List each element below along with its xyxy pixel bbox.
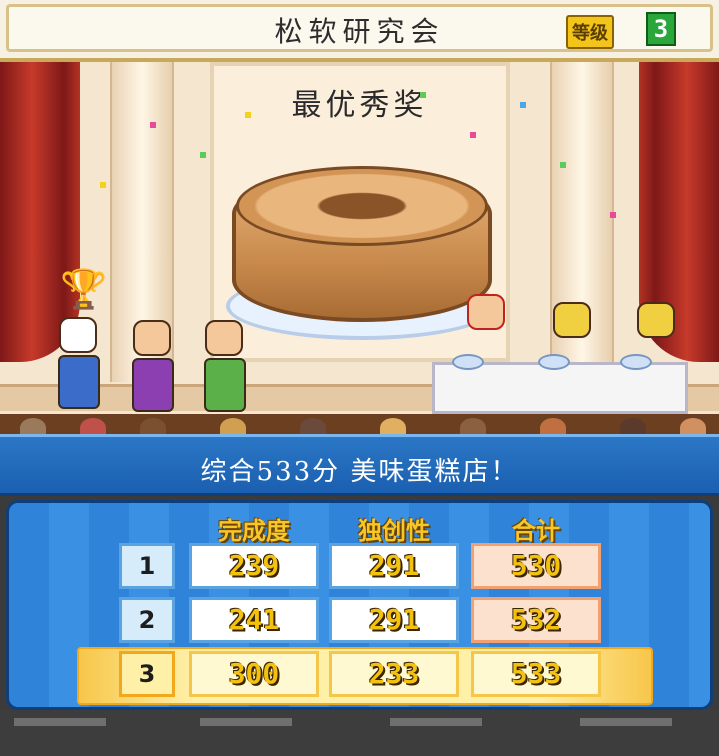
column-header-total: 合计 xyxy=(512,517,560,545)
confetti xyxy=(560,162,566,168)
chef-body xyxy=(58,355,100,409)
audience-head xyxy=(20,418,46,434)
score-cell-total: 530 xyxy=(471,543,601,589)
chef-character xyxy=(58,317,100,409)
chef-hat xyxy=(59,317,97,353)
judge-head xyxy=(553,302,591,338)
confetti xyxy=(420,92,426,98)
staff-body xyxy=(132,358,174,412)
level-label: 等级 xyxy=(566,15,614,49)
audience-head xyxy=(140,418,166,434)
row-label: 2 xyxy=(119,597,175,643)
cake-top xyxy=(236,166,488,246)
score-cell-originality: 291 xyxy=(329,543,459,589)
column-header-originality: 独创性 xyxy=(358,517,430,545)
level-value: 3 xyxy=(646,12,676,46)
score-cell-completion: 300 xyxy=(189,651,319,697)
road-marking xyxy=(200,718,292,726)
confetti xyxy=(470,132,476,138)
staff-body xyxy=(204,358,246,412)
result-summary: 综合533分 美味蛋糕店！ xyxy=(200,457,519,487)
road-marking xyxy=(390,718,482,726)
title-bar: 松软研究会 等级 3 xyxy=(0,0,719,62)
road-marking xyxy=(580,718,672,726)
row-label: 1 xyxy=(119,543,175,589)
score-table: 完成度 独创性 合计 1 239 291 530 2 241 291 532 3… xyxy=(6,500,713,710)
road-marking xyxy=(14,718,106,726)
score-cell-originality: 233 xyxy=(329,651,459,697)
audience-head xyxy=(300,418,326,434)
audience-head xyxy=(620,418,646,434)
award-title: 最优秀奖 xyxy=(291,88,428,123)
judge-head xyxy=(637,302,675,338)
confetti xyxy=(150,122,156,128)
judge-character xyxy=(466,294,506,384)
confetti xyxy=(200,152,206,158)
staff-head xyxy=(205,320,243,356)
audience-head xyxy=(220,418,246,434)
staff-character xyxy=(204,320,246,412)
audience-head xyxy=(380,418,406,434)
column-header-completion: 完成度 xyxy=(218,517,290,545)
trophy-icon: 🏆 xyxy=(60,267,108,311)
score-cell-total: 533 xyxy=(471,651,601,697)
audience-head xyxy=(80,418,106,434)
audience-head xyxy=(460,418,486,434)
confetti xyxy=(100,182,106,188)
result-banner: 综合533分 美味蛋糕店！ xyxy=(0,434,719,496)
score-cell-total: 532 xyxy=(471,597,601,643)
judge-character xyxy=(552,302,592,392)
bottom-road xyxy=(0,710,719,756)
row-label: 3 xyxy=(119,651,175,697)
confetti xyxy=(245,112,251,118)
audience-head xyxy=(680,418,706,434)
award-stage: 最优秀奖 🏆 xyxy=(0,62,719,434)
score-cell-originality: 291 xyxy=(329,597,459,643)
score-cell-completion: 241 xyxy=(189,597,319,643)
staff-head xyxy=(133,320,171,356)
score-cell-completion: 239 xyxy=(189,543,319,589)
audience-row xyxy=(0,414,719,434)
confetti xyxy=(610,212,616,218)
judge-head xyxy=(467,294,505,330)
audience-head xyxy=(540,418,566,434)
confetti xyxy=(520,102,526,108)
judge-character xyxy=(636,302,676,392)
staff-character xyxy=(132,320,174,412)
